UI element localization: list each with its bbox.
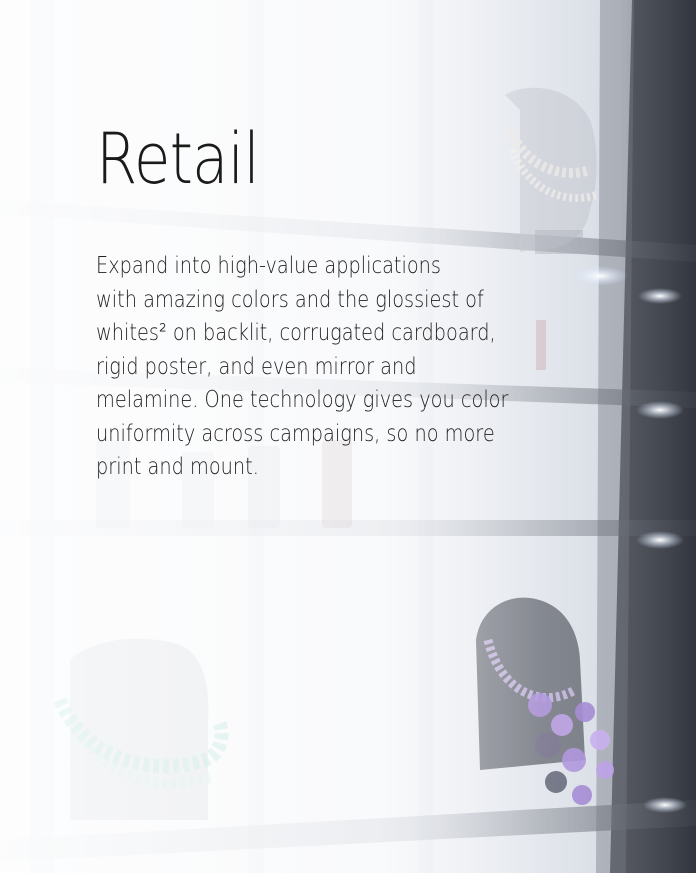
body-paragraph: Expand into high-value applications with… <box>96 250 533 485</box>
body-line: with amazing colors and the glossiest of <box>96 286 484 313</box>
page-title: Retail <box>96 118 260 200</box>
body-line: rigid poster, and even mirror and <box>96 353 417 380</box>
body-line: Expand into high-value applications <box>96 253 442 279</box>
body-line: melamine. One technology gives you color <box>96 387 509 413</box>
retail-page: Retail Expand into high-value applicatio… <box>0 0 696 873</box>
body-line: whites² on backlit, corrugated cardboard… <box>96 320 496 346</box>
body-line: print and mount. <box>96 454 259 480</box>
body-line: uniformity across campaigns, so no more <box>96 420 495 447</box>
